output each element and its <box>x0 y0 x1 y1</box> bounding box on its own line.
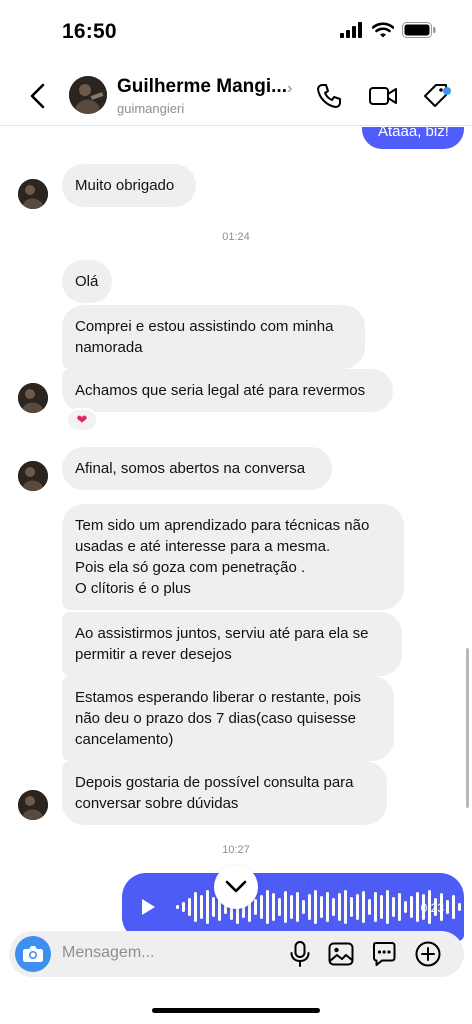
message-text: permitir a rever desejos <box>75 646 232 663</box>
status-icons <box>340 22 436 38</box>
heart-icon: ❤ <box>76 412 88 427</box>
timestamp: 01:24 <box>222 231 250 243</box>
message-text: namorada <box>75 339 143 356</box>
incoming-message[interactable]: Depois gostaria de possível consulta par… <box>62 761 387 825</box>
avatar-photo <box>18 179 48 209</box>
wifi-icon <box>372 22 394 38</box>
message-text: Comprei e estou assistindo com minha <box>75 318 334 335</box>
play-icon[interactable] <box>138 897 158 917</box>
message-text: Achamos que seria legal até para revermo… <box>75 382 366 399</box>
phone-icon[interactable] <box>315 82 343 110</box>
avatar-photo <box>18 383 48 413</box>
contact-name[interactable]: Guilherme Mangi... <box>117 76 287 98</box>
avatar-photo <box>69 76 107 114</box>
message-text: Olá <box>75 273 99 290</box>
message-text: Afinal, somos abertos na conversa <box>75 460 306 477</box>
plus-circle-icon[interactable] <box>414 940 442 968</box>
scroll-to-bottom-button[interactable] <box>214 865 258 909</box>
sender-avatar[interactable] <box>18 461 48 491</box>
message-list[interactable]: Ataaa, biz! Muito obrigado 01:24 Olá Com… <box>0 127 472 927</box>
home-indicator[interactable] <box>152 1008 320 1013</box>
message-text: Depois gostaria de possível consulta par… <box>75 774 354 791</box>
status-time: 16:50 <box>62 20 117 43</box>
message-text: conversar sobre dúvidas <box>75 795 239 812</box>
battery-icon <box>402 22 436 38</box>
contact-avatar[interactable] <box>69 76 107 114</box>
avatar-photo <box>18 790 48 820</box>
microphone-icon[interactable] <box>286 940 314 968</box>
incoming-message[interactable]: Ao assistirmos juntos, serviu até para e… <box>62 612 402 676</box>
sender-avatar[interactable] <box>18 383 48 413</box>
incoming-message[interactable]: Achamos que seria legal até para revermo… <box>62 369 393 412</box>
message-text: Muito obrigado <box>75 177 175 194</box>
back-chevron-icon[interactable] <box>26 82 50 110</box>
message-text: O clítoris é o plus <box>75 580 191 597</box>
incoming-message[interactable]: Olá <box>62 260 112 303</box>
incoming-message[interactable]: Comprei e estou assistindo com minha nam… <box>62 305 365 369</box>
sender-avatar[interactable] <box>18 179 48 209</box>
message-text: não deu o prazo dos 7 dias(caso quisesse <box>75 710 357 727</box>
message-text: Ataaa, biz! <box>378 127 449 140</box>
video-call-icon[interactable] <box>368 82 398 110</box>
message-text: Ao assistirmos juntos, serviu até para e… <box>75 625 369 642</box>
notification-dot <box>443 87 451 95</box>
camera-icon <box>23 946 43 962</box>
incoming-message[interactable]: Muito obrigado <box>62 164 196 207</box>
sticker-icon[interactable] <box>370 940 398 968</box>
message-text: Pois ela só goza com penetração . <box>75 559 306 576</box>
chevron-down-icon <box>225 880 247 893</box>
outgoing-message-partial[interactable]: Ataaa, biz! <box>362 127 464 149</box>
incoming-message[interactable]: Estamos esperando liberar o restante, po… <box>62 676 394 761</box>
message-composer[interactable]: Mensagem... <box>9 931 464 977</box>
chat-header: Guilherme Mangi... › guimangieri <box>0 62 472 126</box>
message-text: usadas e até interesse para a mesma. <box>75 538 331 555</box>
status-bar: 16:50 <box>0 0 472 62</box>
sender-avatar[interactable] <box>18 790 48 820</box>
incoming-message[interactable]: Tem sido um aprendizado para técnicas nã… <box>62 504 404 610</box>
gallery-icon[interactable] <box>327 940 355 968</box>
heart-reaction[interactable]: ❤ <box>66 408 98 432</box>
incoming-message[interactable]: Afinal, somos abertos na conversa <box>62 447 332 490</box>
contact-username[interactable]: guimangieri <box>117 101 184 116</box>
camera-button[interactable] <box>15 936 51 972</box>
message-text: Estamos esperando liberar o restante, po… <box>75 689 361 706</box>
message-text: cancelamento) <box>75 731 174 748</box>
voice-duration: 0:23 <box>420 901 444 915</box>
cellular-signal-icon <box>340 22 362 38</box>
scrollbar[interactable] <box>466 648 469 808</box>
avatar-photo <box>18 461 48 491</box>
message-text: Tem sido um aprendizado para técnicas nã… <box>75 517 370 534</box>
message-input[interactable]: Mensagem... <box>62 944 154 962</box>
chevron-right-icon[interactable]: › <box>287 80 292 98</box>
timestamp: 10:27 <box>222 844 250 856</box>
